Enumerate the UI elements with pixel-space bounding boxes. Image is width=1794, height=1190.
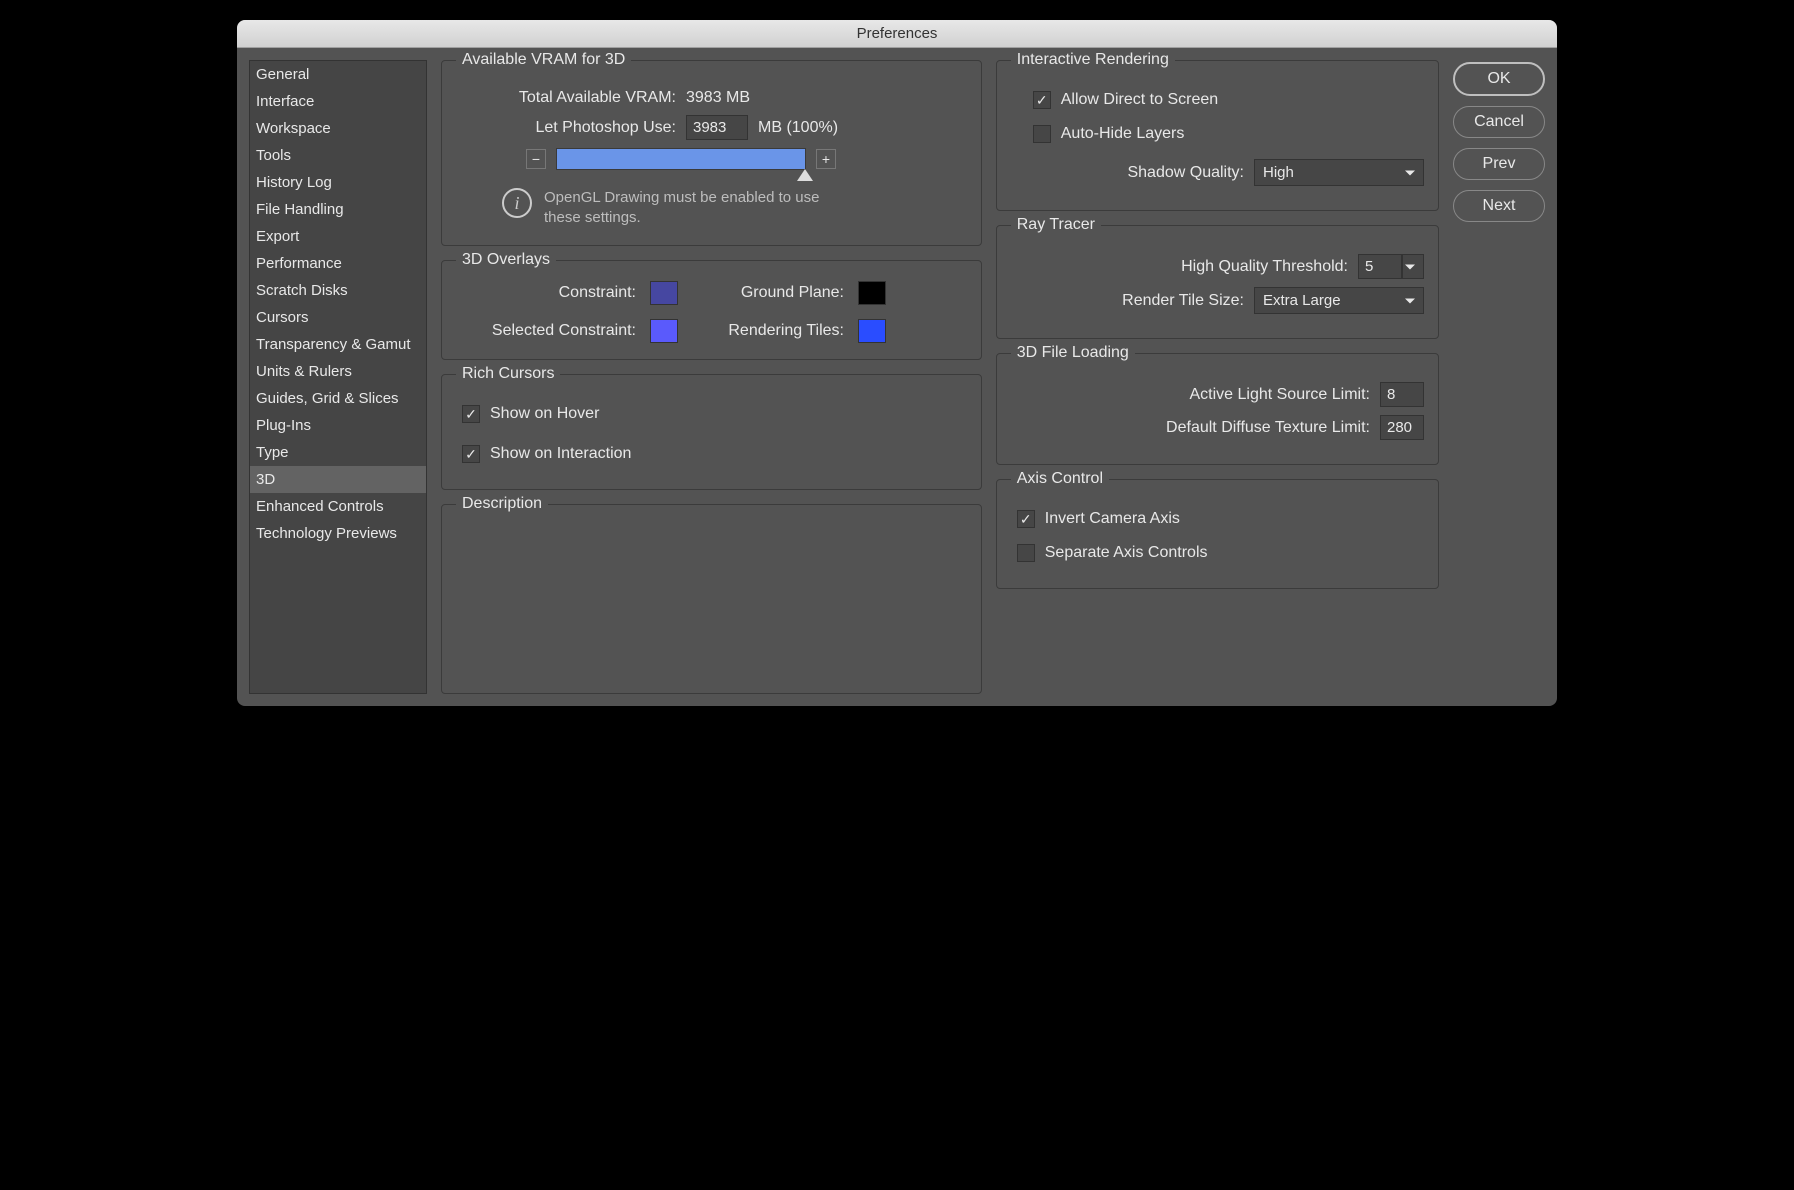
hq-threshold-label: High Quality Threshold: xyxy=(1181,258,1348,276)
show-on-hover-checkbox[interactable] xyxy=(462,405,480,423)
total-vram-value: 3983 MB xyxy=(686,89,750,107)
shadow-quality-select[interactable]: High xyxy=(1254,159,1424,186)
invert-camera-axis-checkbox[interactable] xyxy=(1017,510,1035,528)
vram-slider-thumb[interactable] xyxy=(797,169,813,181)
sidebar-item-export[interactable]: Export xyxy=(250,223,426,250)
sidebar-item-technology-previews[interactable]: Technology Previews xyxy=(250,520,426,547)
group-description: Description xyxy=(441,504,982,694)
ground-plane-color-swatch[interactable] xyxy=(858,281,886,305)
sidebar-item-enhanced-controls[interactable]: Enhanced Controls xyxy=(250,493,426,520)
sidebar-item-interface[interactable]: Interface xyxy=(250,88,426,115)
rendering-tiles-color-swatch[interactable] xyxy=(858,319,886,343)
group-axis-control: Axis Control Invert Camera Axis Separate… xyxy=(996,479,1439,589)
group-3d-overlays: 3D Overlays Constraint: Ground Plane: Se… xyxy=(441,260,982,360)
render-tile-size-value: Extra Large xyxy=(1263,292,1341,309)
sidebar-item-workspace[interactable]: Workspace xyxy=(250,115,426,142)
hq-threshold-stepper[interactable] xyxy=(1402,254,1424,279)
sidebar-item-cursors[interactable]: Cursors xyxy=(250,304,426,331)
use-vram-input[interactable] xyxy=(686,115,748,140)
info-icon: i xyxy=(502,188,532,218)
hq-threshold-input[interactable] xyxy=(1358,254,1402,279)
sidebar-item-performance[interactable]: Performance xyxy=(250,250,426,277)
sidebar-item-3d[interactable]: 3D xyxy=(250,466,426,493)
constraint-label: Constraint: xyxy=(456,284,636,302)
ground-plane-label: Ground Plane: xyxy=(694,284,844,302)
prev-button[interactable]: Prev xyxy=(1453,148,1545,180)
rendering-tiles-label: Rendering Tiles: xyxy=(694,322,844,340)
total-vram-label: Total Available VRAM: xyxy=(486,89,676,107)
auto-hide-layers-checkbox[interactable] xyxy=(1033,125,1051,143)
light-limit-input[interactable] xyxy=(1380,382,1424,407)
show-on-hover-label: Show on Hover xyxy=(490,405,599,423)
sidebar-item-tools[interactable]: Tools xyxy=(250,142,426,169)
use-vram-unit: MB (100%) xyxy=(758,119,838,137)
use-vram-label: Let Photoshop Use: xyxy=(486,119,676,137)
sidebar-item-file-handling[interactable]: File Handling xyxy=(250,196,426,223)
ok-button[interactable]: OK xyxy=(1453,62,1545,96)
group-title-axis-control: Axis Control xyxy=(1011,470,1109,488)
chevron-down-icon xyxy=(1405,264,1415,269)
sidebar-item-units-rulers[interactable]: Units & Rulers xyxy=(250,358,426,385)
texture-limit-input[interactable] xyxy=(1380,415,1424,440)
invert-camera-axis-label: Invert Camera Axis xyxy=(1045,510,1180,528)
selected-constraint-color-swatch[interactable] xyxy=(650,319,678,343)
group-title-file-loading: 3D File Loading xyxy=(1011,344,1135,362)
texture-limit-label: Default Diffuse Texture Limit: xyxy=(1166,419,1370,437)
sidebar-item-general[interactable]: General xyxy=(250,61,426,88)
cancel-button[interactable]: Cancel xyxy=(1453,106,1545,138)
sidebar-item-scratch-disks[interactable]: Scratch Disks xyxy=(250,277,426,304)
next-button[interactable]: Next xyxy=(1453,190,1545,222)
vram-info-text: OpenGL Drawing must be enabled to use th… xyxy=(544,188,844,229)
group-3d-file-loading: 3D File Loading Active Light Source Limi… xyxy=(996,353,1439,465)
allow-direct-checkbox[interactable] xyxy=(1033,91,1051,109)
group-title-description: Description xyxy=(456,495,548,513)
group-title-interactive-rendering: Interactive Rendering xyxy=(1011,51,1175,69)
group-interactive-rendering: Interactive Rendering Allow Direct to Sc… xyxy=(996,60,1439,211)
auto-hide-layers-label: Auto-Hide Layers xyxy=(1061,125,1185,143)
sidebar-item-history-log[interactable]: History Log xyxy=(250,169,426,196)
dialog-buttons: OK Cancel Prev Next xyxy=(1453,60,1545,694)
shadow-quality-value: High xyxy=(1263,164,1294,181)
render-tile-size-select[interactable]: Extra Large xyxy=(1254,287,1424,314)
preferences-window: Preferences General Interface Workspace … xyxy=(237,20,1557,706)
separate-axis-controls-checkbox[interactable] xyxy=(1017,544,1035,562)
selected-constraint-label: Selected Constraint: xyxy=(456,322,636,340)
allow-direct-label: Allow Direct to Screen xyxy=(1061,91,1218,109)
group-title-vram: Available VRAM for 3D xyxy=(456,51,631,69)
group-title-overlays: 3D Overlays xyxy=(456,251,556,269)
shadow-quality-label: Shadow Quality: xyxy=(1127,164,1244,182)
sidebar-item-transparency-gamut[interactable]: Transparency & Gamut xyxy=(250,331,426,358)
window-title: Preferences xyxy=(237,20,1557,48)
constraint-color-swatch[interactable] xyxy=(650,281,678,305)
light-limit-label: Active Light Source Limit: xyxy=(1189,386,1370,404)
chevron-down-icon xyxy=(1405,170,1415,175)
chevron-down-icon xyxy=(1405,298,1415,303)
vram-slider[interactable] xyxy=(556,148,806,170)
group-ray-tracer: Ray Tracer High Quality Threshold: Rende… xyxy=(996,225,1439,339)
group-title-ray-tracer: Ray Tracer xyxy=(1011,216,1101,234)
show-on-interaction-label: Show on Interaction xyxy=(490,445,631,463)
vram-decrease-button[interactable]: − xyxy=(526,149,546,169)
sidebar-item-guides-grid-slices[interactable]: Guides, Grid & Slices xyxy=(250,385,426,412)
sidebar-item-type[interactable]: Type xyxy=(250,439,426,466)
group-vram: Available VRAM for 3D Total Available VR… xyxy=(441,60,982,246)
render-tile-size-label: Render Tile Size: xyxy=(1122,292,1244,310)
show-on-interaction-checkbox[interactable] xyxy=(462,445,480,463)
vram-increase-button[interactable]: + xyxy=(816,149,836,169)
group-rich-cursors: Rich Cursors Show on Hover Show on Inter… xyxy=(441,374,982,490)
sidebar-item-plug-ins[interactable]: Plug-Ins xyxy=(250,412,426,439)
group-title-rich-cursors: Rich Cursors xyxy=(456,365,560,383)
preferences-sidebar: General Interface Workspace Tools Histor… xyxy=(249,60,427,694)
separate-axis-controls-label: Separate Axis Controls xyxy=(1045,544,1208,562)
